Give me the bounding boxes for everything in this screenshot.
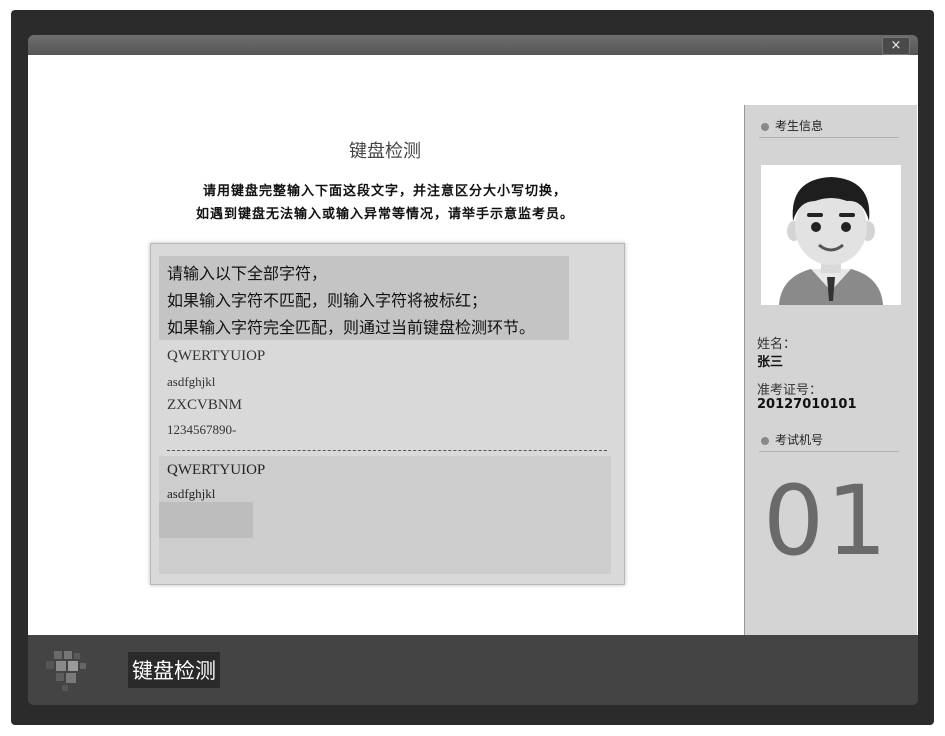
prompt-line: 如果输入字符不匹配，则输入字符将被标红； [167,291,488,310]
machine-heading: 考试机号 [761,431,823,448]
instruction-line-2: 如遇到键盘无法输入或输入异常等情况，请举手示意监考员。 [195,207,574,222]
machine-title: 考试机号 [775,433,824,447]
main-content: 键盘检测 请用键盘完整输入下面这段文字，并注意区分大小写切换， 如遇到键盘无法输… [28,55,918,635]
footer-title: 键盘检测 [128,652,220,688]
highlight-block [159,502,253,538]
instruction-line-1: 请用键盘完整输入下面这段文字，并注意区分大小写切换， [202,184,567,199]
typed-line: asdfghjkl [167,486,216,501]
exam-window: × 键盘检测 请用键盘完整输入下面这段文字，并注意区分大小写切换， 如遇到键盘无… [28,35,918,705]
dashed-divider [167,450,607,451]
reference-line: 1234567890- [167,422,237,437]
candidate-info-heading: 考生信息 [761,117,823,134]
avatar [761,165,901,305]
name-label: 姓名： [757,337,797,352]
title-bar: × [28,35,918,55]
machine-number: 01 [763,465,890,577]
close-icon: × [890,38,902,53]
section-divider [759,451,899,452]
prompt-box: 请输入以下全部字符， 如果输入字符不匹配，则输入字符将被标红； 如果输入字符完全… [159,256,569,340]
exam-id-value: 20127010101 [757,397,857,412]
exam-id-label: 准考证号： [757,383,823,398]
typed-line: QWERTYUIOP [167,462,266,478]
reference-line: asdfghjkl [167,374,216,389]
prompt-line: 如果输入字符完全匹配，则通过当前键盘检测环节。 [167,318,536,337]
page-title: 键盘检测 [349,141,421,162]
name-value: 张三 [757,355,784,370]
section-divider [759,137,899,138]
footer-bar: 键盘检测 [28,635,918,705]
candidate-info-title: 考生信息 [775,119,824,133]
close-button[interactable]: × [882,37,910,55]
bullet-icon [761,122,769,131]
reference-line: QWERTYUIOP [167,348,266,364]
reference-line: ZXCVBNM [167,397,243,413]
prompt-line: 请输入以下全部字符， [167,264,328,283]
keyboard-test-panel: 请输入以下全部字符， 如果输入字符不匹配，则输入字符将被标红； 如果输入字符完全… [150,243,625,585]
candidate-sidebar: 考生信息 姓名： 张三 准考证号： 20127010101 考试机号 01 [744,105,917,635]
logo-icon [46,651,86,691]
bullet-icon [761,436,769,445]
